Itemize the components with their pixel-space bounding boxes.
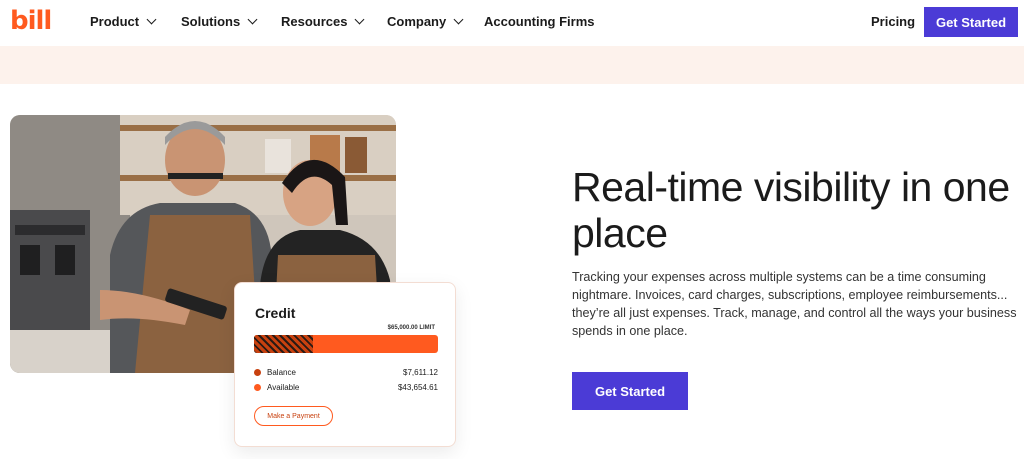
bill-logo[interactable]: bill [10, 6, 52, 36]
card-title: Credit [255, 305, 296, 321]
nav-item-product[interactable]: Product [90, 14, 157, 30]
chevron-down-icon [355, 14, 365, 25]
hero-get-started-button[interactable]: Get Started [572, 372, 688, 410]
nav-item-company[interactable]: Company [387, 14, 464, 30]
make-payment-button[interactable]: Make a Payment [254, 406, 333, 426]
nav-item-label: Company [387, 14, 447, 29]
nav-item-label: Solutions [181, 14, 241, 29]
nav-item-label: Product [90, 14, 140, 29]
balance-row: Balance $7,611.12 [254, 367, 438, 379]
top-nav: bill Product Solutions Resources Company… [0, 0, 1024, 46]
chevron-down-icon [247, 14, 258, 25]
nav-item-label: Accounting Firms [484, 14, 595, 29]
balance-value: $7,611.12 [403, 368, 438, 377]
nav-item-label: Resources [281, 14, 348, 29]
hero-headline: Real-time visibility in one place [572, 164, 1010, 256]
nav-item-accounting-firms[interactable]: Accounting Firms [484, 14, 595, 30]
available-label: Available [267, 383, 300, 392]
available-value: $43,654.61 [397, 383, 438, 392]
available-row: Available $43,654.61 [254, 382, 438, 394]
available-dot-icon [254, 384, 261, 391]
credit-card-widget: Credit $65,000.00 LIMIT Balance $7,611.1… [234, 282, 456, 447]
nav-item-solutions[interactable]: Solutions [181, 14, 258, 30]
promo-band [0, 46, 1024, 84]
credit-usage-bar [254, 335, 438, 353]
balance-dot-icon [254, 369, 261, 376]
nav-item-resources[interactable]: Resources [281, 14, 365, 30]
hero-description: Tracking your expenses across multiple s… [572, 270, 1017, 338]
chevron-down-icon [146, 14, 157, 25]
nav-get-started-button[interactable]: Get Started [924, 7, 1018, 37]
card-limit: $65,000.00 LIMIT [387, 325, 435, 331]
chevron-down-icon [453, 14, 464, 25]
balance-label: Balance [267, 368, 296, 377]
credit-usage-fill [254, 335, 313, 353]
nav-pricing-link[interactable]: Pricing [871, 14, 915, 30]
